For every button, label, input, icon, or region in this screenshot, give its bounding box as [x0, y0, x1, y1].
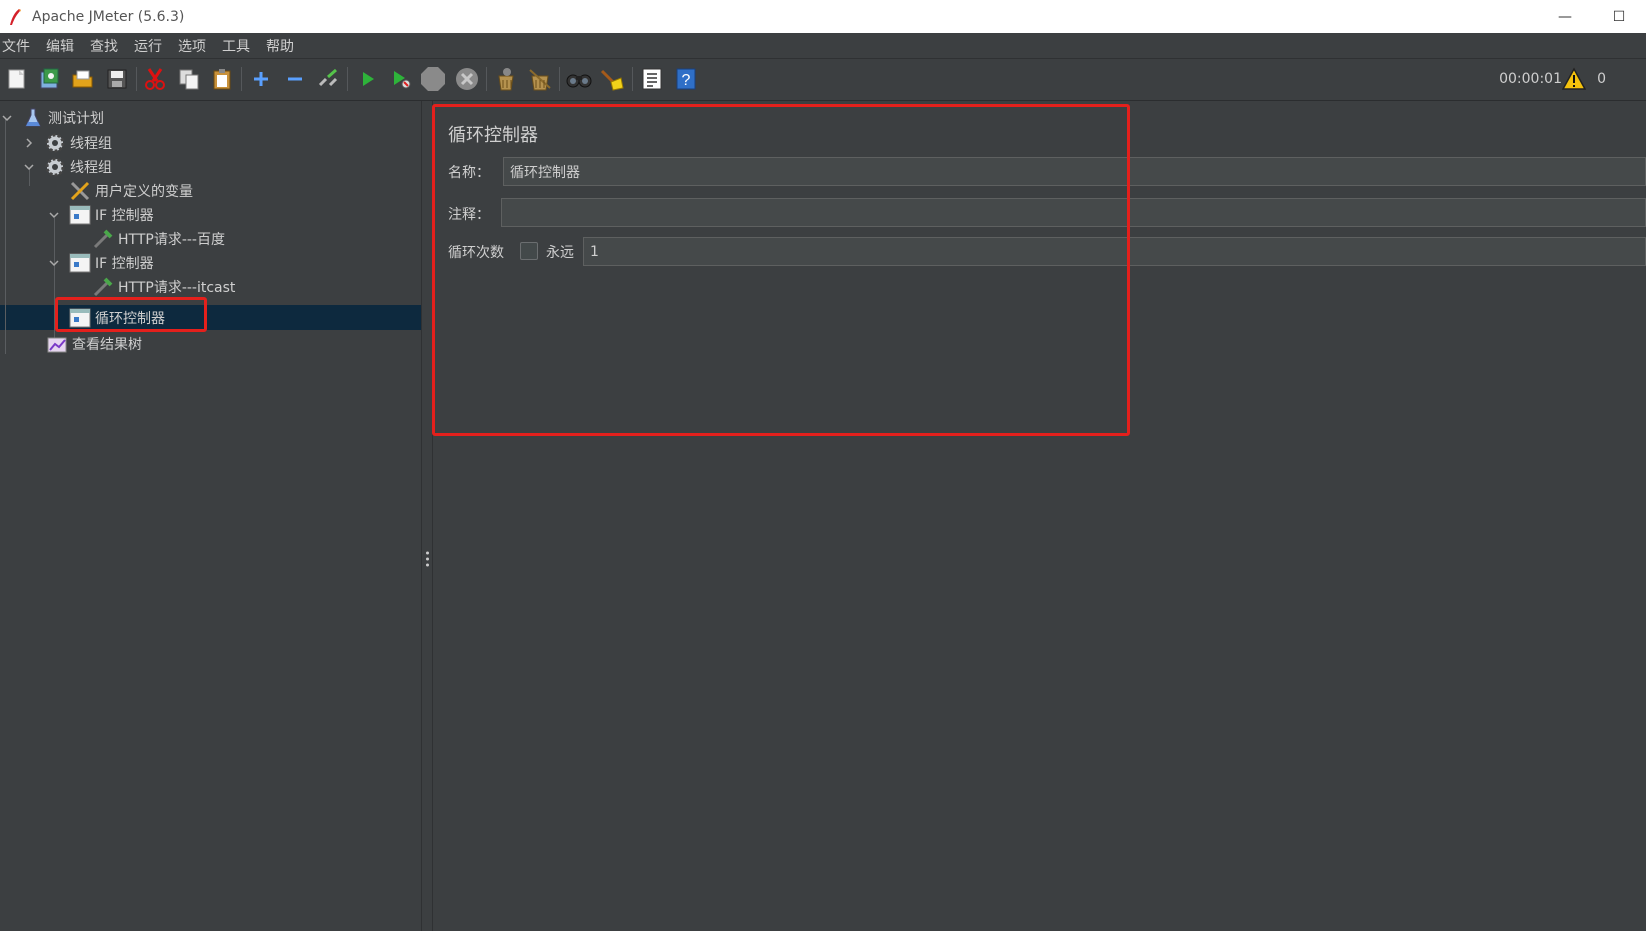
tree-node-if-controller-2[interactable]: IF 控制器: [47, 251, 154, 275]
tree-node-label: 线程组: [70, 136, 112, 152]
test-plan-icon: [22, 107, 44, 129]
warning-count: 0: [1597, 71, 1606, 87]
tree-node-label: 测试计划: [48, 111, 104, 127]
drag-handle-icon: [426, 551, 429, 567]
results-tree-icon: [46, 333, 68, 355]
annotation-highlight-tree: [55, 297, 207, 332]
start-icon[interactable]: [354, 65, 382, 93]
tree-node-label: 线程组: [70, 160, 112, 176]
tree-node-label: IF 控制器: [95, 208, 154, 224]
elapsed-time: 00:00:01: [1499, 71, 1562, 87]
warning-icon[interactable]: [1562, 67, 1586, 91]
menu-tools[interactable]: 工具: [220, 36, 264, 56]
new-icon[interactable]: [3, 65, 31, 93]
search-icon[interactable]: [565, 65, 593, 93]
reset-search-icon[interactable]: [598, 65, 626, 93]
http-sampler-icon: [92, 276, 114, 298]
tree-node-if-controller-1[interactable]: IF 控制器: [47, 203, 154, 227]
menu-options[interactable]: 选项: [176, 36, 220, 56]
menu-run[interactable]: 运行: [132, 36, 176, 56]
function-helper-icon[interactable]: [638, 65, 666, 93]
tree-node-label: 用户定义的变量: [95, 184, 193, 200]
toggle-icon[interactable]: [314, 65, 342, 93]
menu-file[interactable]: 文件: [0, 36, 44, 56]
shutdown-icon[interactable]: [453, 65, 481, 93]
menu-edit[interactable]: 编辑: [44, 36, 88, 56]
tree-node-http-itcast[interactable]: HTTP请求---itcast: [92, 275, 235, 299]
tree-node-label: 查看结果树: [72, 337, 142, 353]
svg-text:?: ?: [682, 72, 691, 89]
chevron-down-icon[interactable]: [0, 111, 14, 125]
tree-node-test-plan[interactable]: 测试计划: [0, 106, 104, 130]
start-no-pause-icon[interactable]: [387, 65, 415, 93]
tree-node-http-baidu[interactable]: HTTP请求---百度: [92, 227, 225, 251]
save-icon[interactable]: [103, 65, 131, 93]
menu-search[interactable]: 查找: [88, 36, 132, 56]
menu-bar: 文件 编辑 查找 运行 选项 工具 帮助: [0, 33, 1646, 59]
tree-node-label: IF 控制器: [95, 256, 154, 272]
maximize-button[interactable]: ☐: [1592, 0, 1646, 33]
variables-icon: [69, 180, 91, 202]
controller-icon: [69, 204, 91, 226]
tree-node-thread-group-1[interactable]: 线程组: [22, 131, 112, 155]
tree-node-thread-group-2[interactable]: 线程组: [22, 155, 112, 179]
stop-icon[interactable]: [419, 65, 447, 93]
tree-node-results-tree[interactable]: 查看结果树: [46, 332, 142, 356]
window-title: Apache JMeter (5.6.3): [32, 8, 185, 25]
clear-icon[interactable]: [492, 65, 520, 93]
paste-icon[interactable]: [208, 65, 236, 93]
tree-node-user-variables[interactable]: 用户定义的变量: [69, 179, 193, 203]
thread-group-icon: [44, 156, 66, 178]
tree-node-label: HTTP请求---itcast: [118, 280, 236, 296]
templates-icon[interactable]: [36, 65, 64, 93]
copy-icon[interactable]: [175, 65, 203, 93]
chevron-down-icon[interactable]: [47, 256, 61, 270]
controller-icon: [69, 252, 91, 274]
chevron-down-icon[interactable]: [47, 208, 61, 222]
clear-all-icon[interactable]: [526, 65, 554, 93]
toolbar: ? 00:00:01 0: [0, 59, 1646, 101]
title-bar: Apache JMeter (5.6.3) — ☐: [0, 0, 1646, 33]
expand-icon[interactable]: [247, 65, 275, 93]
thread-group-icon: [44, 132, 66, 154]
cut-icon[interactable]: [141, 65, 169, 93]
tree-node-label: HTTP请求---百度: [118, 232, 225, 248]
annotation-highlight-panel: [432, 104, 1130, 436]
open-icon[interactable]: [69, 65, 97, 93]
menu-help[interactable]: 帮助: [264, 36, 303, 56]
collapse-icon[interactable]: [281, 65, 309, 93]
help-icon[interactable]: ?: [672, 65, 700, 93]
chevron-right-icon[interactable]: [22, 136, 36, 150]
jmeter-feather-icon: [10, 8, 21, 25]
http-sampler-icon: [92, 228, 114, 250]
chevron-down-icon[interactable]: [22, 160, 36, 174]
minimize-button[interactable]: —: [1538, 0, 1592, 33]
